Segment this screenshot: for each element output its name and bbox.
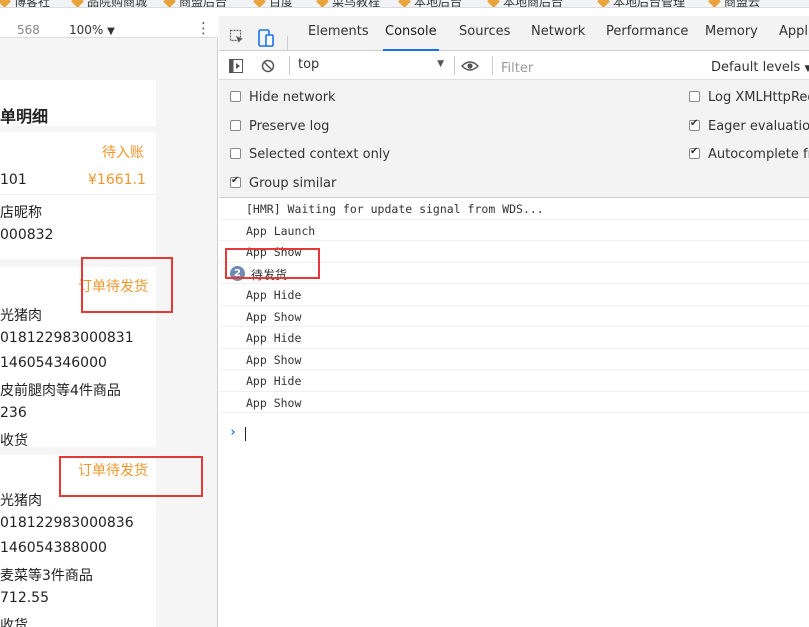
devtools-panel: Elements Console Sources Network Perform… xyxy=(219,8,809,627)
devtools-tabbar: Elements Console Sources Network Perform… xyxy=(219,16,809,52)
show-sidebar-icon[interactable] xyxy=(229,59,243,76)
tab-console[interactable]: Console xyxy=(383,16,439,51)
log-entry: App Hide xyxy=(219,370,809,392)
device-toolbar: 568 100% ▼ ⋮ xyxy=(0,8,218,38)
bookmark-item[interactable]: 博客社 xyxy=(0,0,50,7)
log-entry: App Launch xyxy=(219,220,809,241)
tab-sources[interactable]: Sources xyxy=(457,16,512,51)
shop-id: 000832 xyxy=(0,227,54,243)
log-entry: App Show xyxy=(219,349,809,370)
order-id: 101 xyxy=(0,172,27,188)
device-toggle-icon[interactable] xyxy=(258,29,274,47)
checkbox-checked[interactable] xyxy=(230,175,241,188)
checkbox[interactable] xyxy=(230,148,241,159)
order-number: 018122983000836 xyxy=(0,515,134,531)
order-name: 光猪肉 xyxy=(0,308,42,324)
console-prompt[interactable]: › xyxy=(219,424,809,444)
checkbox[interactable] xyxy=(230,120,241,131)
triangle-down-icon: ▼ xyxy=(437,59,444,69)
prompt-chevron-icon: › xyxy=(229,425,237,440)
highlight-box xyxy=(81,257,173,313)
tab-performance[interactable]: Performance xyxy=(604,16,690,51)
tab-application[interactable]: Appli xyxy=(777,16,809,51)
checkbox-checked[interactable] xyxy=(689,146,700,159)
bookmark-item[interactable]: 商盟后台 xyxy=(165,0,227,7)
checkbox[interactable] xyxy=(230,91,241,102)
text-cursor xyxy=(245,427,246,441)
bookmark-item[interactable]: 本地后台 xyxy=(400,0,462,7)
highlight-box xyxy=(59,456,203,497)
log-entry: App Show xyxy=(219,306,809,327)
console-toolbar: top ▼ Default levels ▼ xyxy=(219,51,809,80)
tab-elements[interactable]: Elements xyxy=(306,16,371,51)
bookmark-item[interactable]: 品院购商城 xyxy=(73,0,147,7)
order-price: 712.55 xyxy=(0,590,49,606)
context-select[interactable]: top ▼ xyxy=(298,57,444,75)
order-number: 018122983000831 xyxy=(0,330,134,346)
default-levels-select[interactable]: Default levels ▼ xyxy=(711,60,809,75)
order-phone: 146054388000 xyxy=(0,540,107,556)
log-entry: App Hide xyxy=(219,284,809,306)
order-goods: 皮前腿肉等4件商品 xyxy=(0,383,121,399)
order-phone: 146054346000 xyxy=(0,355,107,371)
more-options-icon[interactable]: ⋮ xyxy=(196,19,211,37)
log-entry: [HMR] Waiting for update signal from WDS… xyxy=(219,198,809,220)
tab-memory[interactable]: Memory xyxy=(703,16,760,51)
status-badge: 待入账 xyxy=(102,145,144,161)
triangle-down-icon: ▼ xyxy=(804,64,809,74)
log-entry: App Hide xyxy=(219,327,809,349)
tab-network[interactable]: Network xyxy=(529,16,587,51)
chevron-down-icon: ▼ xyxy=(107,26,115,37)
order-price: 236 xyxy=(0,405,27,421)
order-goods: 麦菜等3件商品 xyxy=(0,568,93,584)
log-entry: App Show xyxy=(219,392,809,413)
bookmark-item[interactable]: 商盟云 xyxy=(710,0,760,7)
zoom-select[interactable]: 100% ▼ xyxy=(69,23,115,37)
shop-nickname: 店昵称 xyxy=(0,205,42,221)
eye-icon[interactable] xyxy=(461,60,479,75)
checkbox[interactable] xyxy=(689,91,700,102)
console-settings: Hide network Preserve log Selected conte… xyxy=(219,80,809,198)
bookmark-item[interactable]: 本地商后台 xyxy=(489,0,563,7)
filter-input[interactable] xyxy=(498,59,703,77)
order-amount: ¥1661.1 xyxy=(88,172,146,188)
device-height-value[interactable]: 568 xyxy=(17,23,40,37)
highlight-box xyxy=(225,248,320,279)
checkbox-checked[interactable] xyxy=(689,118,700,131)
inspect-element-icon[interactable] xyxy=(229,29,245,45)
order-receive: 收货 xyxy=(0,618,28,627)
bookmark-item[interactable]: 百度 xyxy=(255,0,293,7)
phone-screen: 单明细 待入账 101 ¥1661.1 店昵称 000832 订单待发货 光猪肉… xyxy=(0,80,156,627)
page-title: 单明细 xyxy=(0,107,49,126)
bookmarks-bar: 博客社 品院购商城 商盟后台 百度 菜鸟教程 本地后台 本地商后台 本地后台管理… xyxy=(0,0,809,8)
bookmark-item[interactable]: 菜鸟教程 xyxy=(318,0,380,7)
clear-console-icon[interactable] xyxy=(261,59,275,76)
order-name: 光猪肉 xyxy=(0,493,42,509)
bookmark-item[interactable]: 本地后台管理 xyxy=(599,0,685,7)
